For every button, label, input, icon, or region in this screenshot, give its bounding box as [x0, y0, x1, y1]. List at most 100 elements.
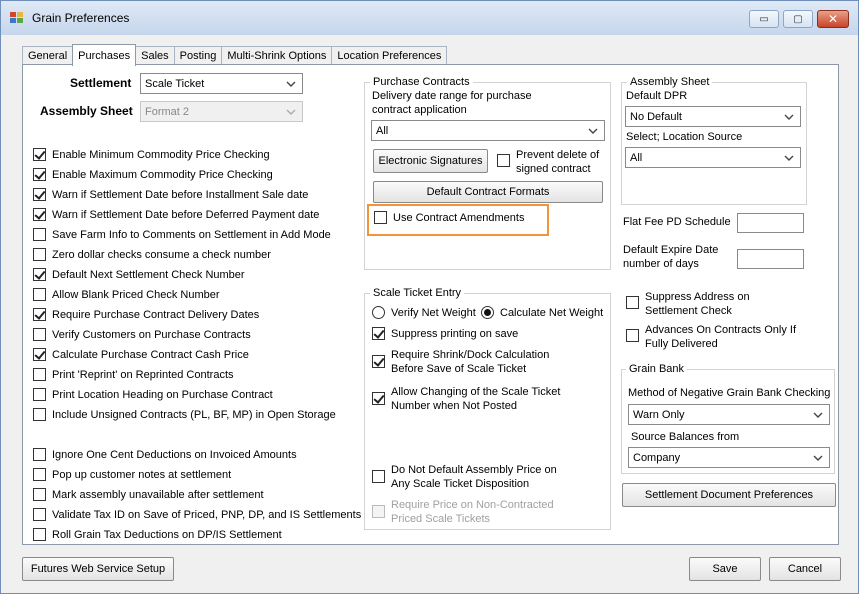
no-default-assembly-price-label: Do Not Default Assembly Price on Any Scal… [391, 463, 557, 491]
verify-net-weight-radio[interactable]: Verify Net Weight [372, 306, 476, 320]
use-contract-amendments-label: Use Contract Amendments [393, 212, 525, 224]
option-checkbox-box[interactable] [33, 468, 46, 481]
tab-sales[interactable]: Sales [135, 46, 175, 65]
option-checkbox[interactable]: Mark assembly unavailable after settleme… [33, 488, 264, 502]
no-default-assembly-price-checkbox[interactable]: Do Not Default Assembly Price on Any Scal… [372, 463, 557, 491]
require-shrink-checkbox[interactable]: Require Shrink/Dock Calculation Before Sa… [372, 348, 549, 376]
option-checkbox[interactable]: Enable Maximum Commodity Price Checking [33, 168, 273, 182]
option-checkbox[interactable]: Zero dollar checks consume a check numbe… [33, 248, 271, 262]
option-checkbox[interactable]: Warn if Settlement Date before Deferred … [33, 208, 319, 222]
suppress-printing-box[interactable] [372, 327, 385, 340]
suppress-address-checkbox[interactable]: Suppress Address on Settlement Check [626, 290, 750, 318]
prevent-delete-checkbox[interactable]: Prevent delete of signed contract [497, 148, 599, 176]
option-checkbox[interactable]: Calculate Purchase Contract Cash Price [33, 348, 249, 362]
option-checkbox[interactable]: Allow Blank Priced Check Number [33, 288, 220, 302]
date-range-select[interactable]: All [371, 120, 605, 141]
minimize-button[interactable]: ▭ [749, 10, 779, 28]
option-checkbox[interactable]: Save Farm Info to Comments on Settlement… [33, 228, 331, 242]
tab-purchases[interactable]: Purchases [72, 44, 137, 66]
default-contract-formats-button[interactable]: Default Contract Formats [373, 181, 603, 203]
save-button[interactable]: Save [689, 557, 761, 581]
option-checkbox[interactable]: Roll Grain Tax Deductions on DP/IS Settl… [33, 528, 282, 542]
assembly-sheet-select[interactable]: Format 2 [140, 101, 303, 122]
option-checkbox[interactable]: Require Purchase Contract Delivery Dates [33, 308, 259, 322]
option-checkbox-box[interactable] [33, 348, 46, 361]
default-dpr-select[interactable]: No Default [625, 106, 801, 127]
option-checkbox-label: Default Next Settlement Check Number [52, 269, 245, 281]
option-checkbox-box[interactable] [33, 208, 46, 221]
allow-changing-ticket-box[interactable] [372, 392, 385, 405]
calculate-net-weight-radio[interactable]: Calculate Net Weight [481, 306, 603, 320]
option-checkbox[interactable]: Default Next Settlement Check Number [33, 268, 245, 282]
option-checkbox[interactable]: Print Location Heading on Purchase Contr… [33, 388, 273, 402]
advances-on-contracts-checkbox[interactable]: Advances On Contracts Only If Fully Deliv… [626, 323, 796, 351]
tab-multi-shrink-options[interactable]: Multi-Shrink Options [221, 46, 333, 65]
option-checkbox[interactable]: Include Unsigned Contracts (PL, BF, MP) … [33, 408, 336, 422]
default-expire-days-input[interactable] [737, 249, 804, 269]
option-checkbox[interactable]: Pop up customer notes at settlement [33, 468, 231, 482]
advances-on-contracts-label-line2: Fully Delivered [645, 338, 718, 350]
use-contract-amendments-box[interactable] [374, 211, 387, 224]
option-checkbox-box[interactable] [33, 168, 46, 181]
option-checkbox[interactable]: Ignore One Cent Deductions on Invoiced A… [33, 448, 297, 462]
advances-on-contracts-box[interactable] [626, 329, 639, 342]
tab-strip: General Purchases Sales Posting Multi-Sh… [22, 44, 448, 66]
flat-fee-pd-schedule-input[interactable] [737, 213, 804, 233]
electronic-signatures-button[interactable]: Electronic Signatures [373, 149, 488, 173]
verify-net-weight-radio-dot[interactable] [372, 306, 385, 319]
require-price-non-contracted-label: Require Price on Non-Contracted Priced Sc… [391, 498, 554, 526]
option-checkbox-box[interactable] [33, 508, 46, 521]
option-checkbox-label: Enable Maximum Commodity Price Checking [52, 169, 273, 181]
option-checkbox-box[interactable] [33, 388, 46, 401]
futures-web-service-setup-button[interactable]: Futures Web Service Setup [22, 557, 174, 581]
option-checkbox-box[interactable] [33, 248, 46, 261]
option-checkbox-box[interactable] [33, 188, 46, 201]
option-checkbox-label: Print 'Reprint' on Reprinted Contracts [52, 369, 234, 381]
source-balances-select[interactable]: Company [628, 447, 830, 468]
option-checkbox[interactable]: Verify Customers on Purchase Contracts [33, 328, 251, 342]
suppress-address-box[interactable] [626, 296, 639, 309]
option-checkbox-box[interactable] [33, 308, 46, 321]
require-price-non-contracted-checkbox[interactable]: Require Price on Non-Contracted Priced Sc… [372, 498, 554, 526]
minimize-icon: ▭ [759, 13, 769, 25]
option-checkbox-box[interactable] [33, 528, 46, 541]
close-button[interactable]: ✕ [817, 10, 849, 28]
option-checkbox-label: Pop up customer notes at settlement [52, 469, 232, 481]
option-checkbox-box[interactable] [33, 268, 46, 281]
option-checkbox-box[interactable] [33, 288, 46, 301]
allow-changing-ticket-checkbox[interactable]: Allow Changing of the Scale Ticket Number… [372, 385, 560, 413]
tab-general[interactable]: General [22, 46, 74, 65]
option-checkbox-label: Require Purchase Contract Delivery Dates [52, 309, 260, 321]
no-default-assembly-price-box[interactable] [372, 470, 385, 483]
maximize-button[interactable]: ▢ [783, 10, 813, 28]
settlement-document-preferences-button[interactable]: Settlement Document Preferences [622, 483, 836, 507]
suppress-printing-label: Suppress printing on save [391, 328, 519, 340]
option-checkbox-box[interactable] [33, 408, 46, 421]
title-bar[interactable]: Grain Preferences ▭ ▢ ✕ [1, 1, 858, 35]
use-contract-amendments-checkbox[interactable]: Use Contract Amendments [374, 211, 524, 225]
require-price-non-contracted-box[interactable] [372, 505, 385, 518]
option-checkbox-box[interactable] [33, 488, 46, 501]
tab-posting[interactable]: Posting [173, 46, 223, 65]
settlement-select[interactable]: Scale Ticket [140, 73, 303, 94]
grain-preferences-window: Grain Preferences ▭ ▢ ✕ General Purchase… [0, 0, 859, 594]
option-checkbox[interactable]: Enable Minimum Commodity Price Checking [33, 148, 270, 162]
option-checkbox[interactable]: Validate Tax ID on Save of Priced, PNP, … [33, 508, 361, 522]
prevent-delete-box[interactable] [497, 154, 510, 167]
option-checkbox-box[interactable] [33, 328, 46, 341]
flat-fee-pd-schedule-label: Flat Fee PD Schedule [623, 216, 731, 228]
option-checkbox[interactable]: Warn if Settlement Date before Installme… [33, 188, 308, 202]
tab-location-preferences[interactable]: Location Preferences [331, 46, 448, 65]
negative-grain-bank-method-select[interactable]: Warn Only [628, 404, 830, 425]
option-checkbox-box[interactable] [33, 448, 46, 461]
option-checkbox-box[interactable] [33, 228, 46, 241]
suppress-printing-checkbox[interactable]: Suppress printing on save [372, 327, 518, 341]
cancel-button[interactable]: Cancel [769, 557, 841, 581]
calculate-net-weight-radio-dot[interactable] [481, 306, 494, 319]
option-checkbox-box[interactable] [33, 368, 46, 381]
option-checkbox-label: Ignore One Cent Deductions on Invoiced A… [52, 449, 297, 461]
option-checkbox-box[interactable] [33, 148, 46, 161]
option-checkbox[interactable]: Print 'Reprint' on Reprinted Contracts [33, 368, 234, 382]
require-shrink-box[interactable] [372, 355, 385, 368]
location-source-select[interactable]: All [625, 147, 801, 168]
